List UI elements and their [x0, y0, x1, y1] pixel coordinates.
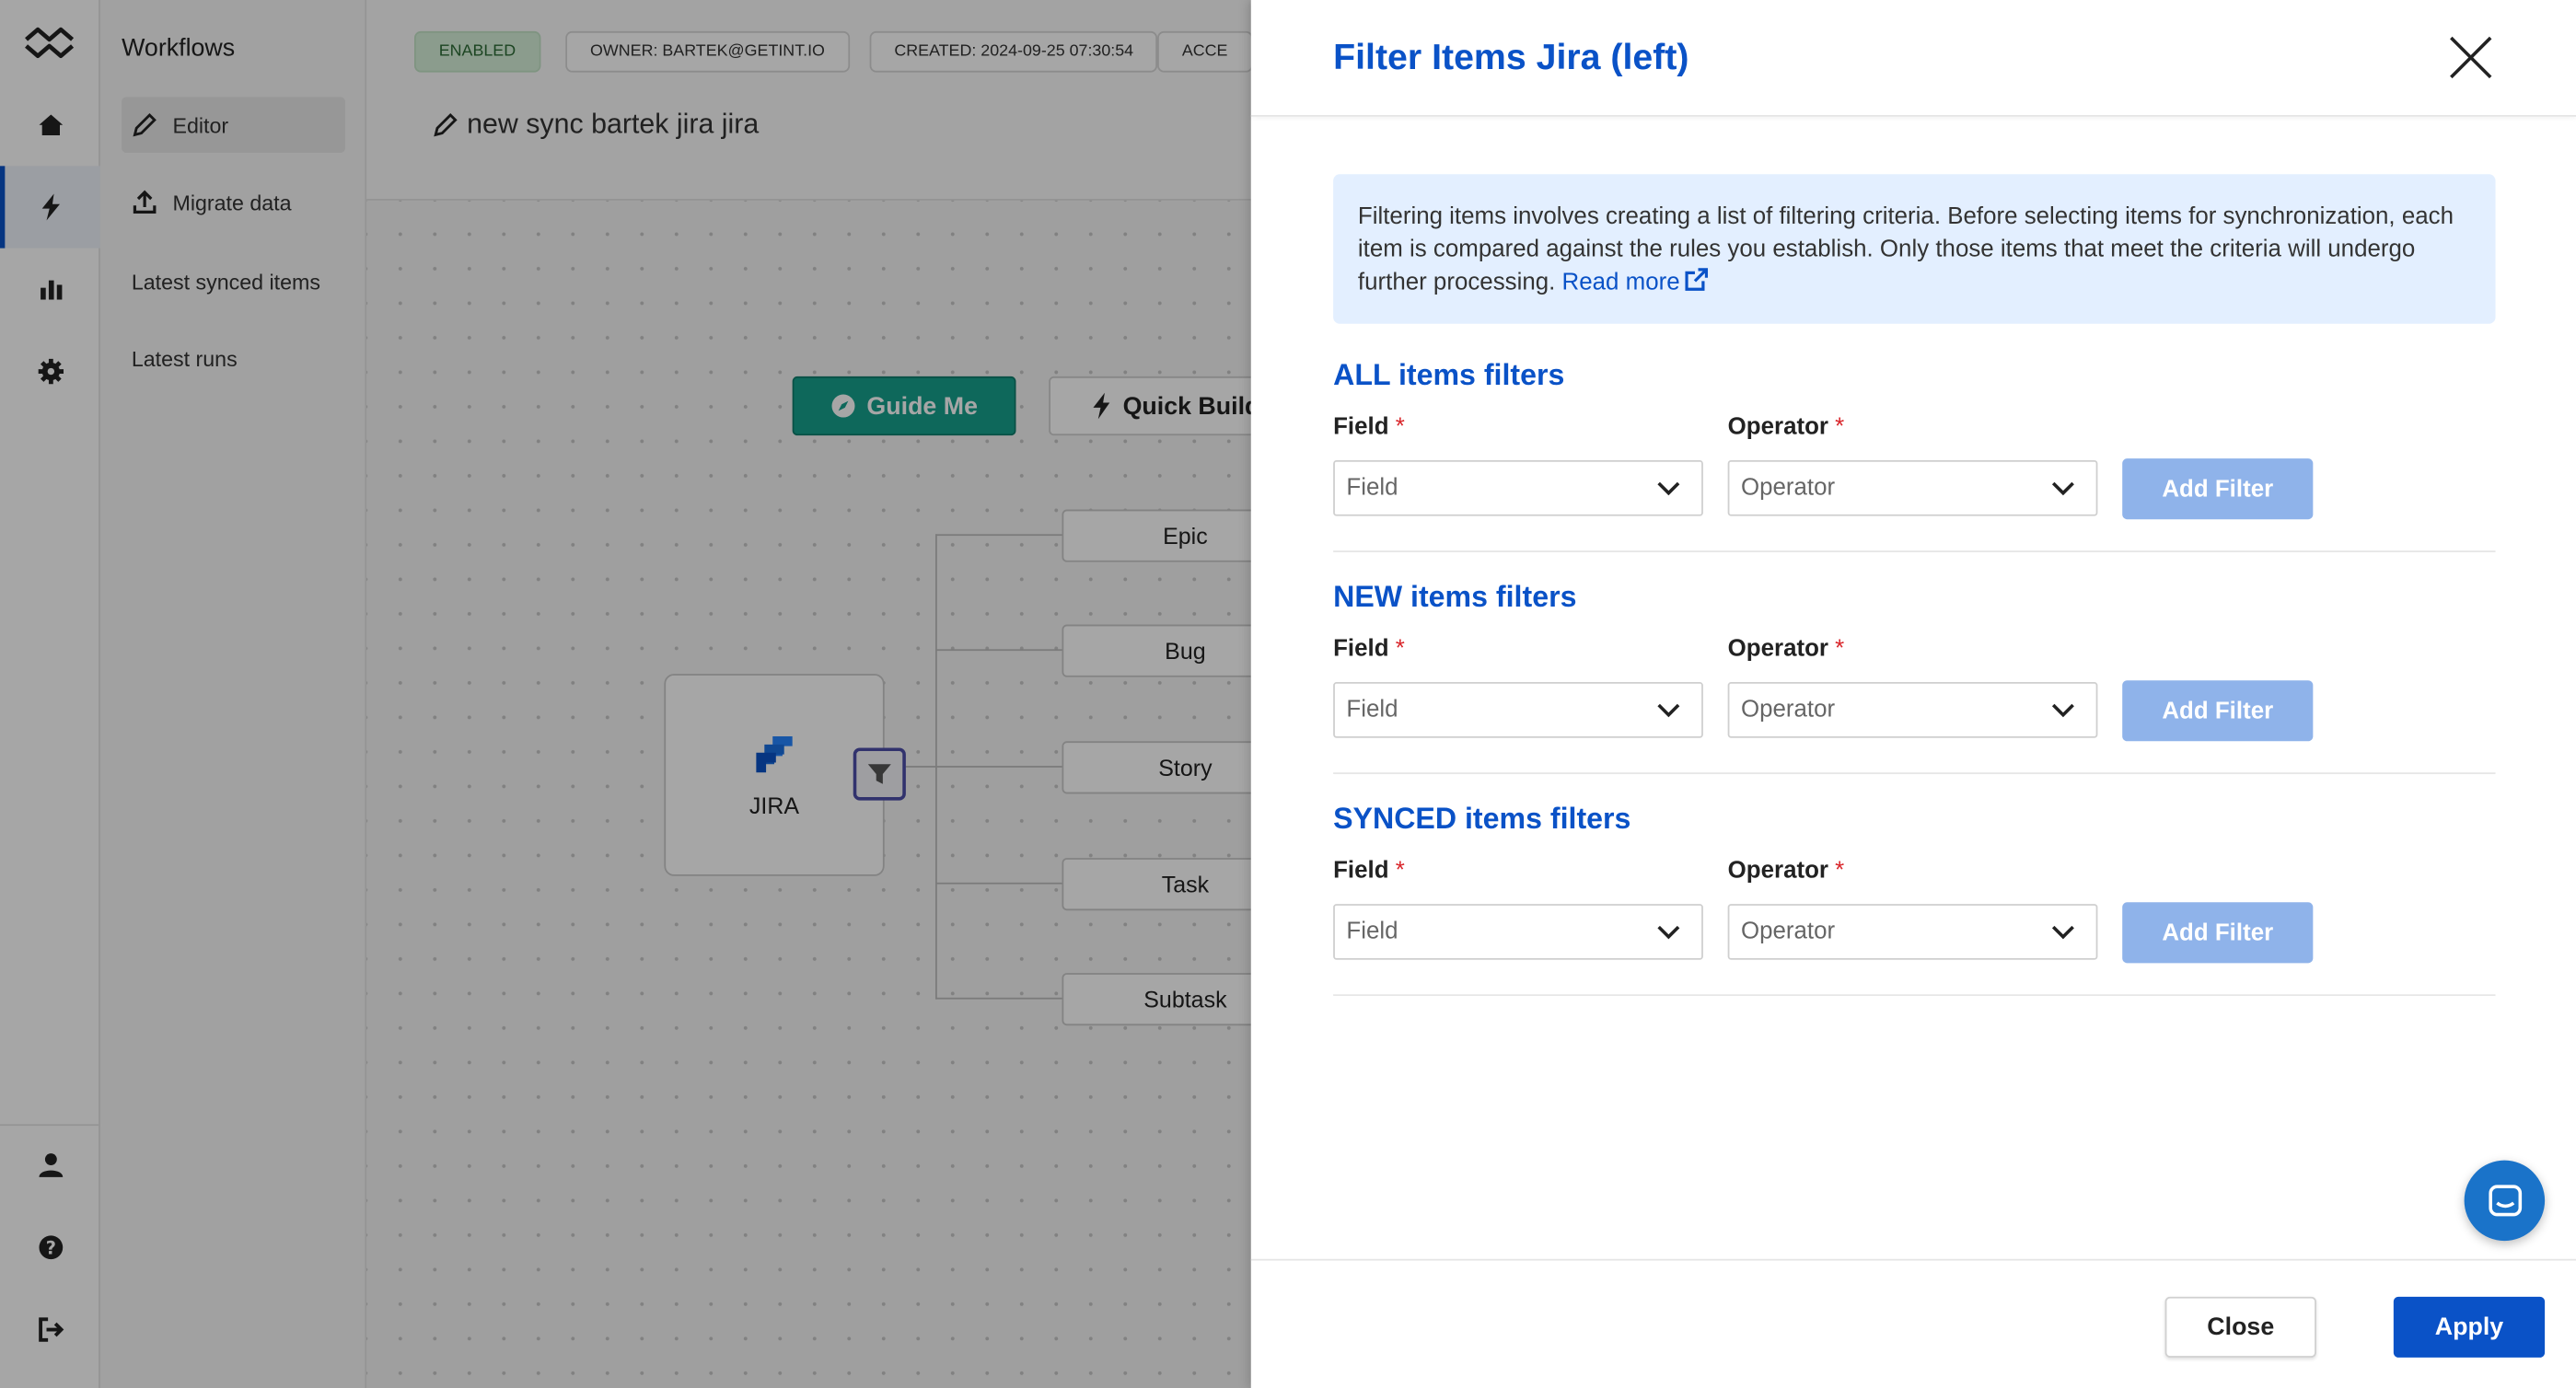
operator-select-placeholder: Operator: [1740, 919, 1836, 945]
section-title: ALL items filters: [1333, 358, 1565, 391]
operator-select[interactable]: Operator: [1727, 459, 2098, 516]
chat-launcher[interactable]: [2464, 1160, 2546, 1242]
section-title: NEW items filters: [1333, 580, 1577, 614]
chat-icon: [2488, 1184, 2522, 1216]
field-label: Field *: [1333, 414, 1405, 441]
field-select-placeholder: Field: [1346, 475, 1398, 502]
field-label-text: Field: [1333, 413, 1389, 441]
field-select[interactable]: Field: [1333, 904, 1703, 960]
field-label-text: Field: [1333, 636, 1389, 663]
field-select[interactable]: Field: [1333, 459, 1703, 516]
close-icon[interactable]: [2446, 33, 2496, 83]
read-more-label: Read more: [1561, 269, 1680, 296]
field-select-placeholder: Field: [1346, 919, 1398, 945]
required-mark: *: [1835, 413, 1845, 441]
apply-button[interactable]: Apply: [2393, 1296, 2546, 1358]
operator-label-text: Operator: [1727, 636, 1829, 663]
field-label: Field *: [1333, 636, 1405, 663]
chevron-down-icon: [2051, 703, 2074, 718]
drawer-title: Filter Items Jira (left): [1333, 36, 1689, 77]
operator-label-text: Operator: [1727, 858, 1829, 885]
required-mark: *: [1835, 636, 1845, 663]
filter-section-new: NEW items filters Field * Operator * Field…: [1333, 580, 2496, 775]
operator-select[interactable]: Operator: [1727, 682, 2098, 738]
add-filter-button[interactable]: Add Filter: [2122, 680, 2314, 742]
operator-select[interactable]: Operator: [1727, 904, 2098, 960]
required-mark: *: [1395, 636, 1405, 663]
read-more-link[interactable]: Read more: [1561, 268, 1708, 296]
external-link-icon: [1685, 268, 1708, 291]
operator-select-placeholder: Operator: [1740, 697, 1836, 723]
filter-section-all: ALL items filters Field * Operator * Field…: [1333, 358, 2496, 552]
add-filter-button[interactable]: Add Filter: [2122, 902, 2314, 964]
field-label-text: Field: [1333, 858, 1389, 885]
required-mark: *: [1835, 858, 1845, 885]
required-mark: *: [1395, 858, 1405, 885]
operator-label-text: Operator: [1727, 413, 1829, 441]
operator-label: Operator *: [1728, 636, 1845, 663]
field-select[interactable]: Field: [1333, 682, 1703, 738]
info-text: Filtering items involves creating a list…: [1357, 203, 2454, 296]
required-mark: *: [1395, 413, 1405, 441]
drawer-header: Filter Items Jira (left): [1250, 0, 2576, 117]
close-button[interactable]: Close: [2164, 1296, 2316, 1358]
chevron-down-icon: [1657, 703, 1680, 718]
operator-select-placeholder: Operator: [1740, 475, 1836, 502]
operator-label: Operator *: [1728, 858, 1845, 885]
section-title: SYNCED items filters: [1333, 802, 1631, 836]
chevron-down-icon: [2051, 925, 2074, 940]
field-select-placeholder: Field: [1346, 697, 1398, 723]
operator-label: Operator *: [1728, 414, 1845, 441]
filter-section-synced: SYNCED items filters Field * Operator * Fi…: [1333, 802, 2496, 997]
info-callout: Filtering items involves creating a list…: [1333, 174, 2496, 324]
drawer-footer: Close Apply: [1250, 1258, 2576, 1388]
add-filter-button[interactable]: Add Filter: [2122, 458, 2314, 520]
modal-backdrop[interactable]: [0, 0, 1251, 1388]
chevron-down-icon: [1657, 925, 1680, 940]
app-root: ? Workflows Editor Migrate data Latest s…: [0, 0, 2576, 1388]
chevron-down-icon: [2051, 481, 2074, 496]
filter-drawer: Filter Items Jira (left) Filtering items…: [1250, 0, 2576, 1388]
field-label: Field *: [1333, 858, 1405, 885]
chevron-down-icon: [1657, 481, 1680, 496]
